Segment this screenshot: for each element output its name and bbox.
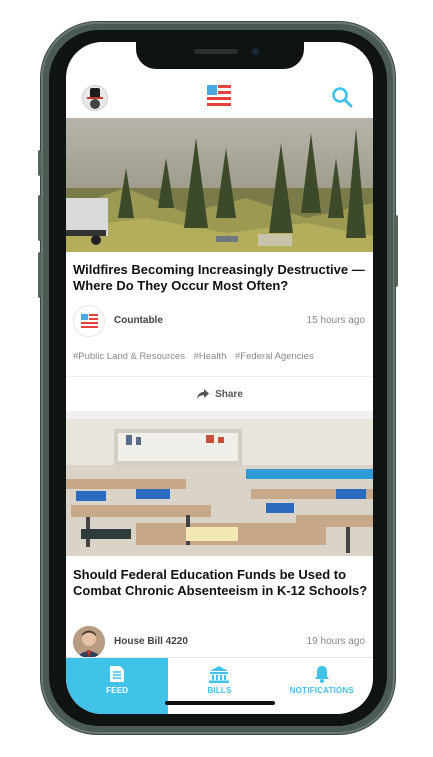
tab-notifications[interactable]: NOTIFICATIONS xyxy=(271,658,373,714)
tag-list: #Public Land & Resources #Health #Federa… xyxy=(73,351,320,362)
card-divider xyxy=(66,411,373,419)
headline[interactable]: Wildfires Becoming Increasingly Destruct… xyxy=(73,262,369,294)
share-arrow-icon xyxy=(197,389,210,399)
tag[interactable]: #Federal Agencies xyxy=(235,351,314,362)
tab-label: BILLS xyxy=(207,686,232,695)
app-screen: Wildfires Becoming Increasingly Destruct… xyxy=(66,42,373,714)
share-button[interactable]: Share xyxy=(66,376,373,411)
headline[interactable]: Should Federal Education Funds be Used t… xyxy=(73,567,369,599)
mute-switch xyxy=(38,150,42,176)
feed-icon xyxy=(110,666,125,682)
capitol-icon xyxy=(209,666,230,683)
tab-bills[interactable]: BILLS xyxy=(168,658,270,714)
front-camera xyxy=(252,48,259,55)
share-label: Share xyxy=(215,388,243,400)
volume-down-button xyxy=(38,252,42,298)
countable-logo-icon[interactable] xyxy=(73,305,105,337)
top-bar xyxy=(66,80,373,118)
home-indicator[interactable] xyxy=(165,701,275,705)
bell-icon xyxy=(314,666,329,683)
search-icon[interactable] xyxy=(331,86,353,108)
representative-avatar[interactable] xyxy=(73,626,105,658)
timestamp: 19 hours ago xyxy=(306,636,365,647)
timestamp: 15 hours ago xyxy=(306,315,365,326)
uncle-sam-avatar-icon[interactable] xyxy=(82,85,108,111)
classroom-photo[interactable] xyxy=(66,419,373,556)
tab-label: FEED xyxy=(106,686,129,695)
power-button xyxy=(394,215,398,287)
source-name[interactable]: Countable xyxy=(114,315,163,326)
notch xyxy=(136,42,304,69)
volume-up-button xyxy=(38,195,42,241)
wildfire-photo[interactable] xyxy=(66,118,373,252)
flag-logo-icon[interactable] xyxy=(207,85,231,109)
tag[interactable]: #Public Land & Resources xyxy=(73,351,185,362)
tab-bar: FEED BILLS NOTIFICATIONS xyxy=(66,657,373,714)
source-name[interactable]: House Bill 4220 xyxy=(114,636,188,647)
speaker-grille xyxy=(194,49,238,54)
tab-feed[interactable]: FEED xyxy=(66,658,169,714)
tag[interactable]: #Health xyxy=(194,351,227,362)
tab-label: NOTIFICATIONS xyxy=(289,686,354,695)
